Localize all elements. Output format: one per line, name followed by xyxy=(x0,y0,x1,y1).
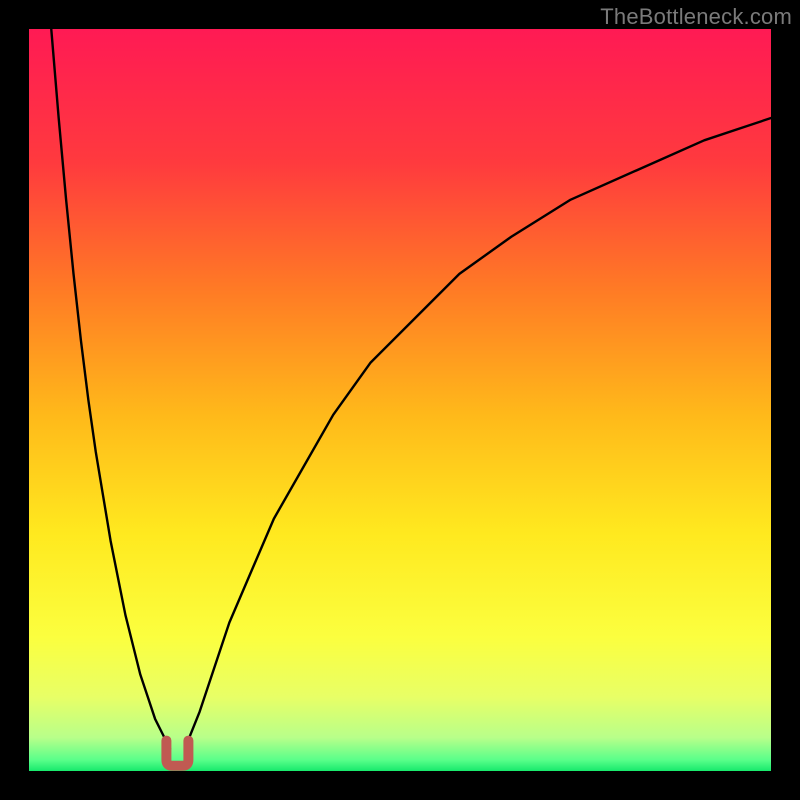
chart-frame: TheBottleneck.com xyxy=(0,0,800,800)
gradient-background xyxy=(29,29,771,771)
attribution-text: TheBottleneck.com xyxy=(600,4,792,30)
plot-svg xyxy=(29,29,771,771)
plot-area xyxy=(29,29,771,771)
